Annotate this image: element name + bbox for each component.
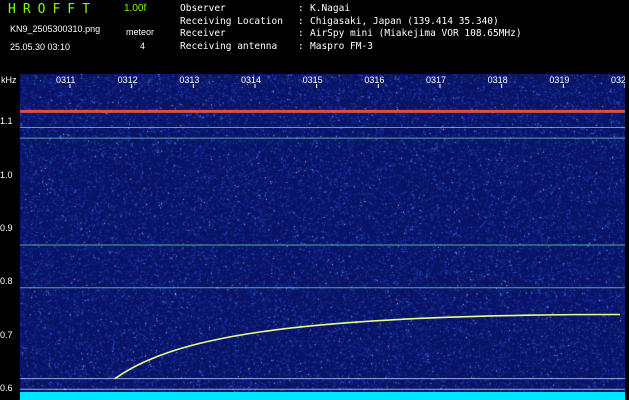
info-row-observer: Observer: K.Nagai [180,3,351,14]
info-row-antenna: Receiving antenna: Maspro FM-3 [180,40,373,52]
info-row-receiver: Receiver: AirSpy mini (Miakejima VOR 108… [180,28,522,39]
filename-label: KN9_2505300310.png [10,24,101,34]
x-tick-label: 0312 [118,75,138,85]
x-tick-label: 0318 [488,75,508,85]
x-tick-label: 0319 [549,75,569,85]
meteor-label: meteor [126,27,155,37]
x-tick-label: 0314 [241,75,261,85]
spectrogram-plot: 0311 0312 0313 0314 0315 0316 0317 0318 0319 0320 [20,74,625,400]
x-tick-label: 0313 [179,75,199,85]
x-tick-label: 0315 [303,75,323,85]
datetime-label: 25.05.30 03:10 [10,42,71,52]
info-row-location: Receiving Location: Chigasaki, Japan (13… [180,15,499,27]
y-tick-label: 1.0 [0,169,13,180]
y-tick-label: 0.6 [0,383,13,394]
meteor-count: 4 [140,41,146,51]
y-tick-label: 0.8 [0,276,13,287]
x-tick-label: 0311 [56,75,75,85]
app-logo: HROFFT [8,2,97,17]
header-panel: HROFFT 1.00f KN9_2505300310.png meteor 2… [0,0,629,74]
station-info: Observer: K.Nagai Receiving Location: Ch… [180,3,522,53]
meteor-trail [114,313,621,380]
y-tick-label: 0.9 [0,222,13,233]
x-tick-label: 0320 [611,75,625,85]
y-tick-label: 0.7 [0,329,13,340]
x-tick-label: 0316 [364,75,384,85]
x-tick-label: 0317 [426,75,446,85]
y-tick-label: 1.1 [0,116,13,127]
y-axis-unit: kHz [1,75,17,85]
baseline-band [20,392,625,400]
version-label: 1.00f [124,3,147,14]
spectrogram-overlay: 0311 0312 0313 0314 0315 0316 0317 0318 0319 0320 [20,75,625,400]
